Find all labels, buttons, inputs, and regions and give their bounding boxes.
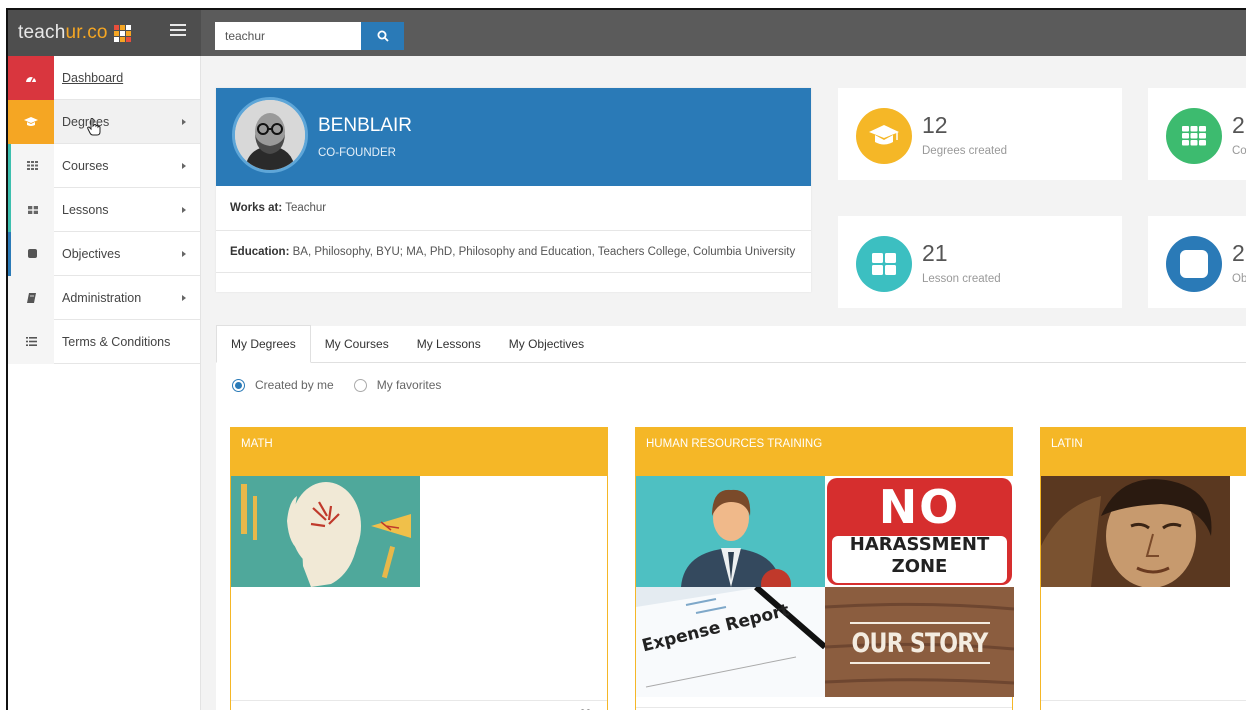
degree-card-math[interactable]: MATH: [230, 427, 608, 710]
tile-text-our-story: OUR STORY: [851, 628, 989, 659]
profile-name: BENBLAIR: [318, 115, 412, 136]
profile-header: BENBLAIR CO-FOUNDER: [216, 88, 811, 186]
logo-grid-icon: [113, 24, 131, 42]
tab-my-courses[interactable]: My Courses: [311, 325, 403, 362]
degree-image: [1041, 476, 1230, 587]
stat-card-objectives[interactable]: 2 Ob: [1148, 216, 1246, 308]
degree-card-title: MATH: [231, 428, 607, 476]
no-harassment-image: NO HARASSMENT ZONE: [825, 476, 1014, 587]
degree-image: [231, 476, 420, 587]
sidebar-item-dashboard[interactable]: Dashboard: [8, 55, 200, 100]
sidebar-item-label: Courses: [62, 158, 109, 173]
stat-card-degrees[interactable]: 12 Degrees created: [838, 88, 1122, 180]
grid-icon: [1166, 108, 1222, 164]
sidebar-item-courses[interactable]: Courses: [8, 143, 200, 188]
stat-card-courses[interactable]: 2 Co: [1148, 88, 1246, 180]
tile-text-harassment: HARASSMENT: [849, 534, 990, 555]
sidebar-item-label: Lessons: [62, 202, 109, 217]
stat-card-lessons[interactable]: 21 Lesson created: [838, 216, 1122, 308]
book-icon: [8, 275, 54, 320]
radio-label: My favorites: [376, 378, 442, 392]
sidebar-item-label: Degrees: [62, 114, 110, 129]
profile-education: Education: BA, Philosophy, BYU; MA, PhD,…: [216, 231, 811, 273]
menu-toggle-icon[interactable]: [170, 24, 186, 38]
profile-role: CO-FOUNDER: [318, 147, 396, 159]
dashboard-icon: [8, 55, 54, 100]
sidebar-item-administration[interactable]: Administration: [8, 275, 200, 320]
stat-value: 12: [922, 112, 948, 138]
degree-card-title: LATIN: [1041, 428, 1246, 476]
education-value: BA, Philosophy, BYU; MA, PhD, Philosophy…: [292, 246, 796, 258]
degree-card-footer: [1041, 700, 1246, 710]
stat-value: 2: [1232, 112, 1245, 138]
education-label: Education:: [230, 246, 290, 258]
degree-card-footer: [231, 700, 607, 710]
caret-right-icon: [182, 118, 186, 125]
square-icon: [1166, 236, 1222, 292]
tile-text-zone: ZONE: [891, 556, 948, 577]
tile-text-no: NO: [878, 480, 961, 534]
brand-text: teachur.co: [18, 22, 108, 44]
sidebar-item-lessons[interactable]: Lessons: [8, 187, 200, 232]
stat-label: Degrees created: [922, 145, 1008, 157]
caret-right-icon: [182, 294, 186, 301]
degree-card-hr-training[interactable]: HUMAN RESOURCES TRAINING NO HARASSMENT Z…: [635, 427, 1014, 710]
caret-right-icon: [182, 206, 186, 213]
tab-my-objectives[interactable]: My Objectives: [495, 325, 598, 362]
works-at-value: Teachur: [285, 202, 327, 214]
stat-label: Co: [1232, 145, 1246, 157]
search-bar: [215, 22, 404, 50]
avatar[interactable]: [232, 97, 308, 173]
tab-bar: My Degrees My Courses My Lessons My Obje…: [216, 325, 1246, 363]
radio-created-by-me[interactable]: [232, 378, 245, 392]
blocks-icon: [856, 236, 912, 292]
search-icon: [377, 30, 389, 42]
graduation-cap-icon: [8, 99, 54, 144]
stat-label: Ob: [1232, 273, 1246, 285]
sidebar-item-degrees[interactable]: Degrees: [8, 99, 200, 144]
degree-card-latin[interactable]: LATIN: [1040, 427, 1246, 710]
profile-works-at: Works at: Teachur: [216, 186, 811, 231]
radio-my-favorites[interactable]: [353, 378, 367, 392]
expense-report-image: Expense Report: [636, 587, 825, 697]
sidebar-item-label: Terms & Conditions: [62, 334, 171, 349]
degree-card-title: HUMAN RESOURCES TRAINING: [636, 428, 1012, 476]
degrees-panel: My Degrees My Courses My Lessons My Obje…: [216, 325, 1246, 710]
tab-my-degrees[interactable]: My Degrees: [216, 325, 311, 363]
hr-person-image: [636, 476, 825, 587]
list-icon: [8, 319, 54, 364]
grid-icon: [8, 143, 54, 188]
stat-value: 21: [922, 240, 948, 266]
sidebar: Dashboard Degrees Courses Lessons Object…: [8, 55, 201, 710]
stat-label: Lesson created: [922, 273, 1001, 285]
blocks-icon: [8, 187, 54, 232]
sidebar-item-label: Administration: [62, 290, 142, 305]
graduation-cap-icon: [856, 108, 912, 164]
caret-right-icon: [182, 250, 186, 257]
tab-my-lessons[interactable]: My Lessons: [403, 325, 495, 362]
square-icon: [8, 231, 54, 276]
viewport: teachur.co Dashboard Degre: [6, 8, 1246, 710]
sidebar-item-terms[interactable]: Terms & Conditions: [8, 319, 200, 364]
brand-accent: ur.co: [65, 22, 108, 43]
our-story-image: OUR STORY: [825, 587, 1014, 697]
search-input[interactable]: [215, 22, 361, 50]
filter-radios: Created by me My favorites: [216, 363, 1246, 407]
sidebar-item-label: Dashboard: [62, 70, 124, 85]
stat-value: 2: [1232, 240, 1245, 266]
top-bar: teachur.co: [8, 10, 1246, 56]
profile-card: BENBLAIR CO-FOUNDER Works at: Teachur Ed…: [216, 88, 811, 292]
hand-cursor-icon: [87, 118, 101, 136]
sidebar-item-objectives[interactable]: Objectives: [8, 231, 200, 276]
caret-right-icon: [182, 162, 186, 169]
app-window: teachur.co Dashboard Degre: [0, 0, 1246, 710]
works-at-label: Works at:: [230, 202, 283, 214]
search-button[interactable]: [361, 22, 404, 50]
sidebar-item-label: Objectives: [62, 246, 121, 261]
brand-prefix: teach: [18, 22, 66, 43]
radio-label: Created by me: [255, 378, 334, 392]
